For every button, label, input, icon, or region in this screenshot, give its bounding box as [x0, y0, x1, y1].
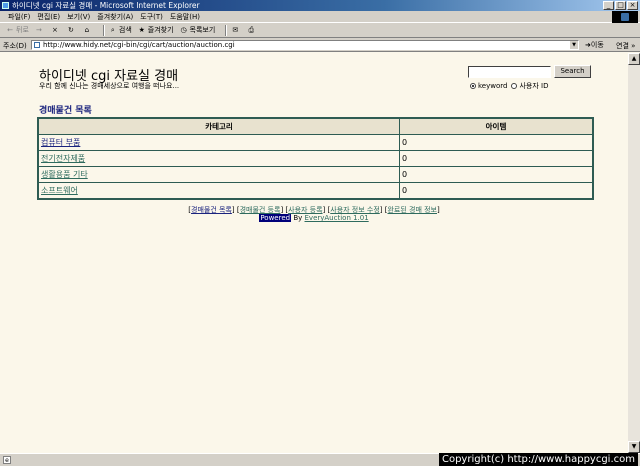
- user-id-radio[interactable]: [511, 83, 518, 89]
- refresh-button[interactable]: ↻: [67, 26, 77, 34]
- menu-bar: 파일(F) 편집(E) 보기(V) 즐겨찾기(A) 도구(T) 도움말(H): [0, 11, 640, 23]
- forward-button[interactable]: →: [35, 26, 45, 34]
- powered-by: Powered By EveryAuction 1.01: [0, 214, 628, 222]
- maximize-button[interactable]: □: [615, 1, 626, 10]
- footer-link-edit-user[interactable]: 사용자 정보 수정: [330, 206, 380, 214]
- vertical-scrollbar[interactable]: ▲ ▼: [628, 53, 640, 453]
- category-link[interactable]: 컴퓨터 부품: [41, 138, 80, 147]
- category-cell: 전기전자제품: [37, 150, 400, 167]
- page-status-icon: e: [3, 456, 11, 464]
- keyword-radio[interactable]: [470, 83, 476, 89]
- table-row: 소프트웨어 0: [37, 182, 594, 200]
- keyword-radio-label: keyword: [478, 82, 508, 90]
- toolbar-separator: [225, 24, 228, 36]
- section-title: 경매물건 목록: [39, 106, 92, 116]
- everyauction-link[interactable]: EveryAuction 1.01: [305, 214, 369, 222]
- page-icon: [34, 42, 40, 48]
- favorites-button[interactable]: ★ 즐겨찾기: [138, 25, 174, 35]
- column-header-category: 카테고리: [37, 117, 400, 135]
- powered-by-text: By: [293, 214, 303, 222]
- page-content: 하이디넷 cgi 자료실 경매 우리 함께 신나는 경매세상으로 여행을 떠나요…: [0, 53, 628, 453]
- search-icon: ⌕: [110, 26, 115, 34]
- refresh-icon: ↻: [67, 26, 74, 34]
- close-button[interactable]: ×: [627, 1, 638, 10]
- item-count-cell: 0: [399, 182, 594, 200]
- address-bar: 주소(D) http://www.hidy.net/cgi-bin/cgi/ca…: [0, 38, 640, 52]
- favorites-icon: ★: [138, 26, 145, 34]
- category-cell: 컴퓨터 부품: [37, 134, 400, 151]
- home-icon: ⌂: [84, 26, 90, 34]
- menu-file[interactable]: 파일(F): [8, 12, 30, 22]
- minimize-button[interactable]: _: [603, 1, 614, 10]
- address-label: 주소(D): [3, 42, 27, 50]
- address-input[interactable]: http://www.hidy.net/cgi-bin/cgi/cart/auc…: [31, 40, 579, 50]
- menu-help[interactable]: 도움말(H): [170, 12, 200, 22]
- table-row: 전기전자제품 0: [37, 150, 594, 167]
- category-link[interactable]: 전기전자제품: [41, 154, 85, 163]
- forward-arrow-icon: →: [35, 26, 42, 34]
- stop-icon: ×: [51, 26, 58, 34]
- toolbar: ← 뒤로 → × ↻ ⌂ ⌕ 검색 ★ 즐겨찾기 ◷ 목록보기 ✉ ⎙: [0, 23, 640, 38]
- print-button[interactable]: ⎙: [247, 26, 257, 34]
- links-button[interactable]: 연결 »: [616, 41, 635, 51]
- footer-link-register-user[interactable]: 사용자 등록: [288, 206, 322, 214]
- print-icon: ⎙: [248, 26, 255, 34]
- item-count-cell: 0: [399, 150, 594, 167]
- go-button[interactable]: ➜이동: [585, 40, 604, 50]
- table-row: 컴퓨터 부품 0: [37, 134, 594, 151]
- ie-app-icon: [2, 2, 9, 9]
- search-button[interactable]: Search: [554, 65, 591, 78]
- table-header-row: 카테고리 아이템: [37, 117, 594, 135]
- scroll-up-button[interactable]: ▲: [628, 53, 640, 65]
- table-row: 생활용품 기타 0: [37, 166, 594, 183]
- page-subtitle: 우리 함께 신나는 경매세상으로 여행을 떠나요...: [39, 82, 180, 90]
- copyright-watermark: Copyright(c) http://www.happycgi.com: [438, 453, 638, 466]
- back-arrow-icon: ←: [7, 26, 13, 34]
- mail-button[interactable]: ✉: [231, 26, 241, 34]
- footer-link-register-item[interactable]: 경매물건 등록: [240, 206, 281, 214]
- auction-category-table: 카테고리 아이템 컴퓨터 부품 0 전기전자제품 0 생활용품 기타 0 소프트…: [37, 117, 594, 200]
- windows-logo-throbber: [612, 11, 638, 23]
- scroll-down-button[interactable]: ▼: [628, 441, 640, 453]
- category-link[interactable]: 생활용품 기타: [41, 170, 88, 179]
- window-title: 하이디넷 cgi 자료실 경매 - Microsoft Internet Exp…: [12, 1, 200, 10]
- home-button[interactable]: ⌂: [83, 26, 93, 34]
- column-header-items: 아이템: [399, 117, 594, 135]
- stop-button[interactable]: ×: [51, 26, 61, 34]
- address-url: http://www.hidy.net/cgi-bin/cgi/cart/auc…: [43, 41, 235, 49]
- window-titlebar: 하이디넷 cgi 자료실 경매 - Microsoft Internet Exp…: [0, 0, 640, 11]
- search-input[interactable]: [468, 66, 551, 78]
- chevron-down-icon[interactable]: ▼: [570, 41, 578, 49]
- history-button[interactable]: ◷ 목록보기: [180, 25, 215, 35]
- menu-view[interactable]: 보기(V): [67, 12, 90, 22]
- search-toolbar-button[interactable]: ⌕ 검색: [109, 25, 132, 35]
- item-count-cell: 0: [399, 166, 594, 183]
- category-cell: 생활용품 기타: [37, 166, 400, 183]
- menu-tools[interactable]: 도구(T): [140, 12, 163, 22]
- history-icon: ◷: [180, 26, 187, 34]
- user-id-radio-label: 사용자 ID: [519, 82, 549, 90]
- mail-icon: ✉: [232, 26, 239, 34]
- menu-edit[interactable]: 편집(E): [37, 12, 60, 22]
- menu-favorites[interactable]: 즐겨찾기(A): [97, 12, 133, 22]
- search-type-radios: keyword 사용자 ID: [470, 81, 548, 91]
- powered-highlight: Powered: [259, 214, 292, 222]
- category-link[interactable]: 소프트웨어: [41, 186, 78, 195]
- toolbar-separator: [102, 24, 105, 36]
- footer-link-list[interactable]: 경매물건 목록: [191, 206, 232, 214]
- back-button[interactable]: ← 뒤로: [6, 25, 29, 35]
- footer-link-closed[interactable]: 완료된 경매 정보: [387, 206, 437, 214]
- item-count-cell: 0: [399, 134, 594, 151]
- category-cell: 소프트웨어: [37, 182, 400, 200]
